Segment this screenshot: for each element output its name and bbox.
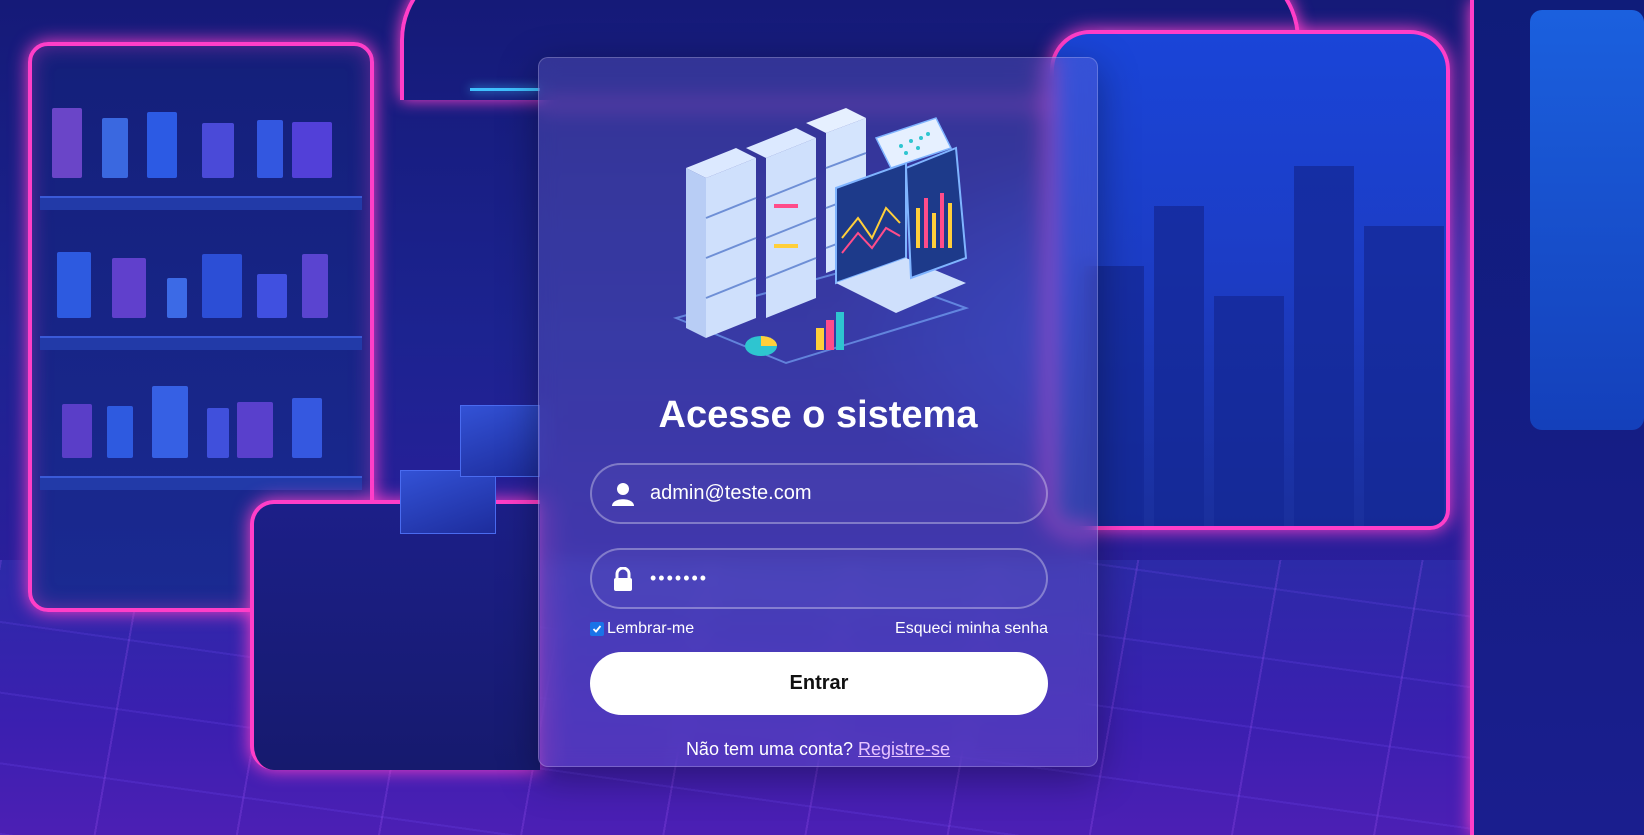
product-box — [62, 404, 92, 458]
product-box — [257, 120, 283, 178]
product-box — [257, 274, 287, 318]
product-box — [102, 118, 128, 178]
product-box — [107, 406, 133, 458]
neon-strip — [470, 88, 540, 91]
product-box — [152, 386, 188, 458]
register-prompt: Não tem uma conta? Registre-se — [539, 739, 1097, 760]
crate — [400, 470, 496, 534]
building — [1154, 206, 1204, 526]
shelf — [40, 336, 362, 350]
product-box — [167, 278, 187, 318]
login-button[interactable]: Entrar — [590, 652, 1048, 715]
login-options: Lembrar-me Esqueci minha senha — [590, 620, 1048, 638]
register-link[interactable]: Registre-se — [858, 739, 950, 759]
building — [1294, 166, 1354, 526]
user-icon — [610, 481, 636, 507]
server-analytics-illustration — [672, 108, 970, 365]
page-title: Acesse o sistema — [658, 394, 978, 436]
product-box — [57, 252, 91, 318]
remember-me[interactable]: Lembrar-me — [590, 620, 694, 638]
remember-checkbox[interactable] — [590, 622, 604, 636]
lock-icon — [610, 566, 636, 592]
building — [1214, 296, 1284, 526]
shelf — [40, 196, 362, 210]
remember-label: Lembrar-me — [607, 620, 695, 637]
product-box — [292, 398, 322, 458]
product-box — [292, 122, 332, 178]
product-box — [147, 112, 177, 178]
shelf — [40, 476, 362, 490]
email-field[interactable] — [590, 463, 1048, 524]
product-box — [302, 254, 328, 318]
city-window — [1050, 30, 1450, 530]
register-prompt-text: Não tem uma conta? — [685, 739, 859, 759]
password-field[interactable] — [590, 548, 1048, 609]
login-card: Acesse o sistema Lembrar-me Esqueci minh… — [538, 57, 1098, 767]
email-input[interactable] — [650, 482, 1040, 505]
crate — [460, 405, 540, 477]
product-box — [207, 408, 229, 458]
building — [1364, 226, 1444, 526]
forgot-password-link[interactable]: Esqueci minha senha — [895, 620, 1048, 638]
password-input[interactable] — [650, 568, 1040, 589]
product-box — [52, 108, 82, 178]
product-box — [202, 254, 242, 318]
counter — [250, 500, 540, 770]
product-box — [202, 123, 234, 178]
wall-screen — [1530, 10, 1644, 430]
product-box — [112, 258, 146, 318]
product-box — [237, 402, 273, 458]
